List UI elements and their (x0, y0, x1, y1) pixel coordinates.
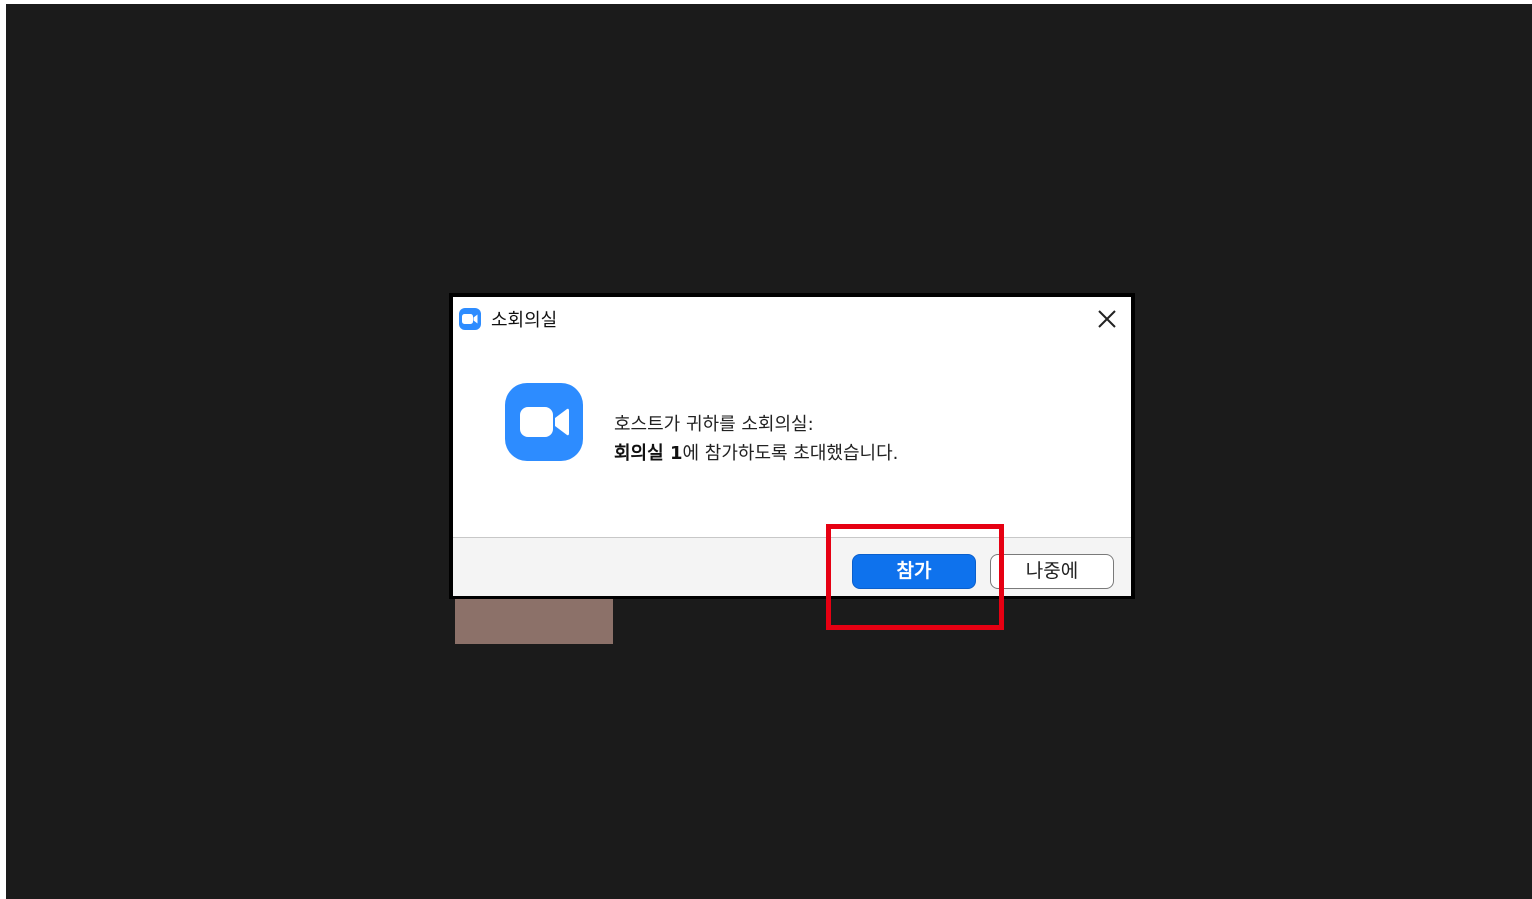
zoom-camera-icon (459, 308, 481, 330)
dialog-titlebar: 소회의실 (453, 297, 1131, 341)
dialog-title: 소회의실 (491, 310, 558, 331)
invite-message: 호스트가 귀하를 소회의실: 회의실 1에 참가하도록 초대했습니다. (614, 410, 898, 468)
participant-video-tile (455, 596, 613, 644)
later-button[interactable]: 나중에 (990, 554, 1114, 589)
close-button[interactable] (1095, 307, 1119, 331)
join-button[interactable]: 참가 (852, 554, 976, 589)
invite-message-line1: 호스트가 귀하를 소회의실: (614, 414, 814, 435)
breakout-room-invite-dialog: 소회의실 호스트가 귀하를 소회의실: 회의실 1에 참가하도록 초대했습니다.… (449, 293, 1135, 599)
zoom-camera-icon (505, 383, 583, 461)
invite-message-line2: 회의실 1에 참가하도록 초대했습니다. (614, 439, 898, 468)
dialog-footer: 참가 나중에 (453, 537, 1131, 596)
room-name: 회의실 1 (614, 443, 683, 464)
invite-message-line2-rest: 에 참가하도록 초대했습니다. (682, 443, 899, 464)
close-icon[interactable] (1095, 307, 1119, 331)
